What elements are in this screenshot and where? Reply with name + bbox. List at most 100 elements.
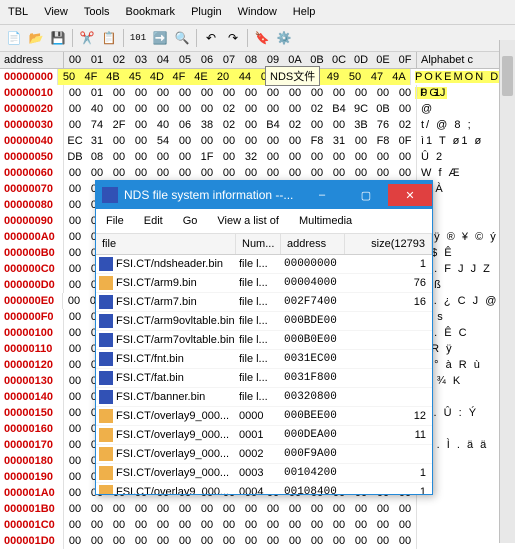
hex-byte[interactable]: 00	[240, 117, 262, 133]
hex-byte[interactable]: 00	[306, 117, 328, 133]
tb-redo-icon[interactable]: ↷	[223, 28, 243, 48]
hex-byte[interactable]: 00	[196, 501, 218, 517]
hex-byte[interactable]: 00	[196, 517, 218, 533]
hex-byte[interactable]: 00	[64, 277, 86, 293]
hex-byte[interactable]: 00	[262, 149, 284, 165]
hex-byte[interactable]: 00	[152, 533, 174, 549]
hex-byte[interactable]: 00	[350, 85, 372, 101]
hex-byte[interactable]: 00	[262, 85, 284, 101]
hex-byte[interactable]: 02	[306, 101, 328, 117]
hex-byte[interactable]: 2F	[108, 117, 130, 133]
tb-bookmark-icon[interactable]: 🔖	[252, 28, 272, 48]
hex-byte[interactable]: 00	[64, 229, 86, 245]
hex-byte[interactable]: 00	[372, 501, 394, 517]
list-item[interactable]: FSI.CT/overlay9_000...0000000BEE0012	[96, 407, 432, 426]
hex-byte[interactable]: 00	[284, 85, 306, 101]
hex-byte[interactable]: F8	[372, 133, 394, 149]
hex-byte[interactable]: 00	[284, 165, 306, 181]
list-item[interactable]: FSI.CT/overlay9_000...0004001084001	[96, 483, 432, 494]
hex-ascii[interactable]: 0 1	[416, 85, 446, 101]
hex-byte[interactable]: 00	[152, 517, 174, 533]
hex-byte[interactable]: 00	[130, 149, 152, 165]
hex-byte[interactable]: 0B	[372, 101, 394, 117]
hex-byte[interactable]: 00	[372, 165, 394, 181]
hex-ascii[interactable]: @	[416, 101, 438, 117]
hex-byte[interactable]: 00	[328, 517, 350, 533]
hex-byte[interactable]: 00	[152, 149, 174, 165]
hex-byte[interactable]: 00	[196, 165, 218, 181]
hex-byte[interactable]: 00	[240, 101, 262, 117]
hex-byte[interactable]: 00	[174, 149, 196, 165]
hex-byte[interactable]: 00	[64, 197, 86, 213]
hex-byte[interactable]: 00	[108, 501, 130, 517]
hex-byte[interactable]: 00	[218, 149, 240, 165]
hex-byte[interactable]: 00	[174, 533, 196, 549]
hex-byte[interactable]: 00	[64, 517, 86, 533]
list-item[interactable]: FSI.CT/overlay9_000...0001000DEA0011	[96, 426, 432, 445]
hex-byte[interactable]: 00	[262, 133, 284, 149]
nds-dialog[interactable]: NDS file system information --... – ▢ ✕ …	[95, 180, 433, 495]
hex-byte[interactable]: 31	[86, 133, 108, 149]
hex-byte[interactable]: 00	[63, 293, 85, 309]
hex-byte[interactable]: 9C	[350, 101, 372, 117]
hex-byte[interactable]: 00	[262, 165, 284, 181]
tb-find-icon[interactable]: 🔍	[172, 28, 192, 48]
hex-byte[interactable]: 00	[86, 165, 108, 181]
scroll-thumb[interactable]	[502, 56, 513, 96]
hex-byte[interactable]: 00	[328, 165, 350, 181]
hex-byte[interactable]: 00	[240, 85, 262, 101]
hex-byte[interactable]: 00	[350, 533, 372, 549]
hex-byte[interactable]: 44	[234, 69, 256, 85]
hex-byte[interactable]: 00	[64, 309, 86, 325]
hex-byte[interactable]: 4A	[388, 69, 410, 85]
tb-copy-icon[interactable]: 📋	[99, 28, 119, 48]
menu-window[interactable]: Window	[230, 2, 285, 22]
hex-byte[interactable]: 00	[284, 517, 306, 533]
hex-byte[interactable]: 00	[64, 165, 86, 181]
hex-byte[interactable]: EC	[64, 133, 86, 149]
hex-byte[interactable]: 00	[108, 165, 130, 181]
menu-tools[interactable]: Tools	[76, 2, 118, 22]
hex-byte[interactable]: 00	[130, 117, 152, 133]
list-item[interactable]: FSI.CT/arm7.binfile l...002F740016	[96, 293, 432, 312]
hex-byte[interactable]: 00	[240, 517, 262, 533]
hex-row[interactable]: 0000003000742F004006380200B40200003B7602…	[0, 117, 515, 133]
hex-byte[interactable]: 06	[174, 117, 196, 133]
hex-byte[interactable]: 00	[240, 533, 262, 549]
hex-byte[interactable]: 00	[152, 101, 174, 117]
tb-hex-icon[interactable]: 101	[128, 28, 148, 48]
hex-row[interactable]: 000001B000000000000000000000000000000000	[0, 501, 515, 517]
hex-ascii[interactable]: W f Æ	[416, 165, 466, 181]
hex-byte[interactable]: 00	[218, 85, 240, 101]
hex-byte[interactable]: 00	[64, 421, 86, 437]
hex-byte[interactable]: 74	[86, 117, 108, 133]
hex-ascii[interactable]	[416, 501, 425, 517]
hex-byte[interactable]: 20	[212, 69, 234, 85]
hex-byte[interactable]: 00	[86, 517, 108, 533]
main-scrollbar[interactable]	[499, 40, 515, 543]
hex-byte[interactable]: 00	[152, 85, 174, 101]
hex-byte[interactable]: 4F	[168, 69, 190, 85]
hex-byte[interactable]: 00	[64, 453, 86, 469]
hex-byte[interactable]: 00	[174, 133, 196, 149]
hex-byte[interactable]: 00	[306, 149, 328, 165]
list-item[interactable]: FSI.CT/overlay9_000...0003001042001	[96, 464, 432, 483]
hex-byte[interactable]: 00	[262, 101, 284, 117]
hex-byte[interactable]: DB	[64, 149, 86, 165]
hex-byte[interactable]: 00	[86, 533, 108, 549]
hex-byte[interactable]: 00	[174, 165, 196, 181]
hex-byte[interactable]: 00	[64, 437, 86, 453]
hex-byte[interactable]: 00	[372, 517, 394, 533]
hex-byte[interactable]: 00	[64, 357, 86, 373]
hex-byte[interactable]: 00	[64, 213, 86, 229]
hex-byte[interactable]: 00	[108, 85, 130, 101]
hex-byte[interactable]: 47	[366, 69, 388, 85]
dlg-menu-file[interactable]: File	[96, 211, 134, 231]
hex-byte[interactable]: B4	[262, 117, 284, 133]
minimize-button[interactable]: –	[300, 184, 344, 206]
close-button[interactable]: ✕	[388, 184, 432, 206]
hex-byte[interactable]: 00	[196, 101, 218, 117]
hex-ascii[interactable]: ì1 T ø1 ø	[416, 133, 487, 149]
hex-row[interactable]: 000001C000000000000000000000000000000000	[0, 517, 515, 533]
hex-byte[interactable]: 50	[344, 69, 366, 85]
